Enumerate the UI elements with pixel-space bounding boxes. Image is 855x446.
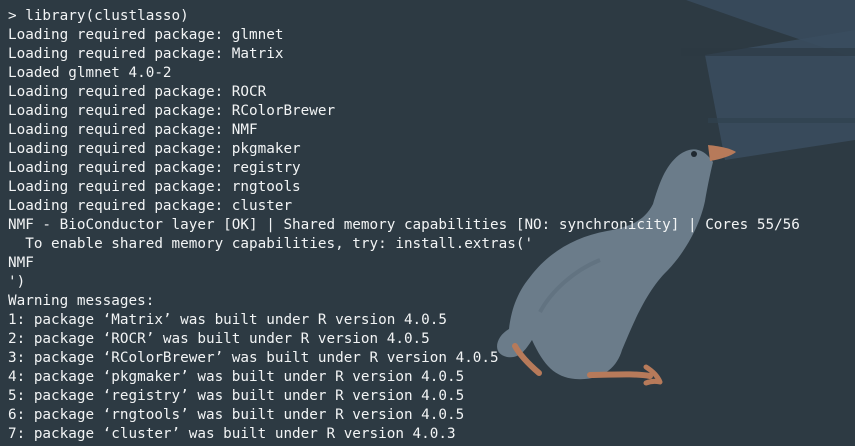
console-line: Loading required package: RColorBrewer bbox=[8, 103, 336, 119]
terminal-window[interactable]: > library(clustlasso) Loading required pa… bbox=[0, 0, 855, 446]
console-line: Loading required package: ROCR bbox=[8, 84, 267, 100]
console-line: Loading required package: cluster bbox=[8, 198, 293, 214]
console-line: 7: package ‘cluster’ was built under R v… bbox=[8, 426, 456, 442]
console-line: Loading required package: pkgmaker bbox=[8, 141, 301, 157]
console-line: Loading required package: registry bbox=[8, 160, 301, 176]
console-line: Warning messages: bbox=[8, 293, 155, 309]
console-line: NMF bbox=[8, 255, 34, 271]
console-line: ') bbox=[8, 274, 26, 290]
console-line: 5: package ‘registry’ was built under R … bbox=[8, 388, 465, 404]
console-line: 6: package ‘rngtools’ was built under R … bbox=[8, 407, 465, 423]
console-line: 2: package ‘ROCR’ was built under R vers… bbox=[8, 331, 430, 347]
console-line: NMF - BioConductor layer [OK] | Shared m… bbox=[8, 217, 800, 233]
console-output: > library(clustlasso) Loading required pa… bbox=[8, 0, 800, 446]
console-line: Loading required package: glmnet bbox=[8, 27, 284, 43]
console-line: 1: package ‘Matrix’ was built under R ve… bbox=[8, 312, 447, 328]
console-line: 3: package ‘RColorBrewer’ was built unde… bbox=[8, 350, 499, 366]
console-line: Loading required package: rngtools bbox=[8, 179, 301, 195]
console-line: Loading required package: NMF bbox=[8, 122, 258, 138]
console-line: Loading required package: Matrix bbox=[8, 46, 284, 62]
console-line: > library(clustlasso) bbox=[8, 8, 189, 24]
console-line: Loaded glmnet 4.0-2 bbox=[8, 65, 172, 81]
console-line: 4: package ‘pkgmaker’ was built under R … bbox=[8, 369, 465, 385]
console-line: To enable shared memory capabilities, tr… bbox=[8, 236, 534, 252]
